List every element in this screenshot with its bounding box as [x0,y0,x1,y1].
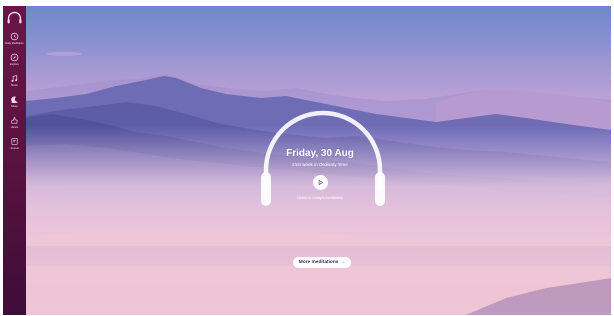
sidebar-item-label: Music [11,84,18,87]
clock-icon [10,32,19,41]
arrow-right-icon: → [340,260,346,265]
sidebar-item-sleep[interactable]: Sleep [3,95,26,108]
play-button[interactable] [313,175,328,190]
sidebar-item-explore[interactable]: Explore [3,53,26,66]
sleep-icon [11,96,18,103]
more-meditations-label: More meditations [298,260,339,265]
sidebar-item-daily-meditation[interactable]: Daily Meditation [3,32,26,45]
music-note-icon [11,75,18,82]
headphones-logo-icon[interactable] [6,9,23,26]
hand-icon [11,117,18,124]
sidebar: Daily Meditation Explore Music Sleep Han… [3,6,26,315]
sidebar-item-label: Explore [10,63,19,66]
sidebar-item-music[interactable]: Music [3,74,26,87]
app-frame: Daily Meditation Explore Music Sleep Han… [3,6,611,315]
sidebar-item-label: Sleep [11,105,18,108]
page-subtitle: 21st week in Ordinary Time [292,162,348,167]
sidebar-item-hands[interactable]: Hands [3,116,26,129]
play-icon [318,180,323,185]
sidebar-item-label: Hands [10,126,19,129]
sidebar-item-label: Journal [10,147,19,150]
sidebar-item-label: Daily Meditation [5,42,24,45]
headphones-frame-icon [261,110,385,206]
compass-icon [10,53,19,62]
page-title: Friday, 30 Aug [286,148,354,159]
more-meditations-button[interactable]: More meditations → [293,257,351,268]
listen-caption: Listen to today's meditation [297,196,343,200]
sidebar-item-journal[interactable]: Journal [3,137,26,150]
journal-icon [11,138,18,145]
